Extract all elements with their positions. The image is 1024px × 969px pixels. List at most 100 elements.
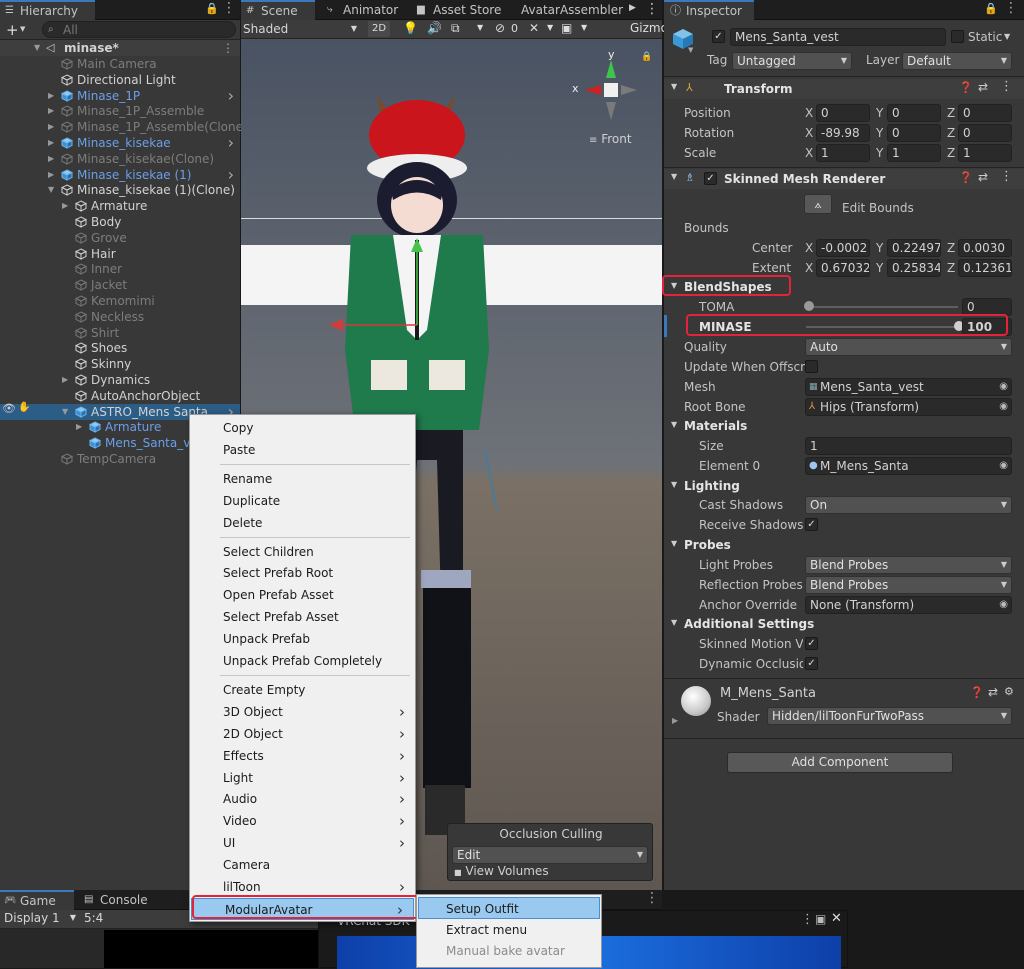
hierarchy-row[interactable]: Directional Light [0, 72, 240, 88]
kebab-menu-icon[interactable]: ⋮ [222, 40, 234, 56]
presets-icon[interactable]: ⇄ [988, 685, 998, 699]
close-icon[interactable]: ✕ [831, 911, 842, 926]
anchor-override-field[interactable]: None (Transform) ◉ [805, 596, 1012, 614]
context-menu-item[interactable]: Light › [190, 767, 415, 789]
help-icon[interactable]: ❓ [959, 81, 973, 94]
position-z-field[interactable]: 0 [958, 104, 1012, 122]
kebab-menu-icon[interactable]: ⋮ [222, 0, 236, 16]
context-menu-item[interactable]: Rename [190, 468, 415, 490]
hierarchy-row[interactable]: Grove [0, 230, 240, 246]
camera-icon[interactable]: ▣ [561, 21, 572, 35]
object-picker-icon[interactable]: ◉ [999, 379, 1008, 395]
context-menu-item[interactable]: Unpack Prefab Completely [190, 650, 415, 672]
hand-icon[interactable]: ✋ [18, 402, 30, 413]
hierarchy-row[interactable]: ▼ Minase_kisekae (1)(Clone) [0, 182, 240, 198]
expand-arrow-icon[interactable]: ▶ [62, 198, 68, 214]
transform-header[interactable]: ▼ ⅄ Transform ❓ ⇄ ⋮ [664, 79, 1024, 99]
scale-y-field[interactable]: 1 [887, 144, 941, 162]
kebab-menu-icon[interactable]: ⋮ [801, 912, 814, 927]
context-menu-item[interactable]: Camera [190, 854, 415, 876]
extent-z-field[interactable]: 0.12361 [958, 259, 1012, 277]
hierarchy-row[interactable]: Hair [0, 246, 240, 262]
expand-arrow-icon[interactable]: ▶ [48, 119, 54, 135]
hierarchy-row[interactable]: Body [0, 214, 240, 230]
chevron-down-icon[interactable]: ▼ [20, 25, 25, 33]
hierarchy-row[interactable]: ▶ Minase_kisekae › [0, 135, 240, 151]
audio-icon[interactable]: 🔊 [427, 21, 442, 35]
skinned-mesh-renderer-header[interactable]: ▼ ♗ ✓ Skinned Mesh Renderer ❓ ⇄ ⋮ [664, 169, 1024, 189]
object-picker-icon[interactable]: ◉ [999, 399, 1008, 415]
rotation-z-field[interactable]: 0 [958, 124, 1012, 142]
context-menu-item[interactable]: 2D Object › [190, 723, 415, 745]
expand-arrow-icon[interactable]: ▶ [48, 88, 54, 104]
hierarchy-row[interactable]: ▶ Minase_kisekae(Clone) [0, 151, 240, 167]
rotation-y-field[interactable]: 0 [887, 124, 941, 142]
gizmos-button[interactable]: Gizmo [630, 21, 668, 35]
kebab-menu-icon[interactable]: ⋮ [1000, 169, 1013, 184]
light-probes-dropdown[interactable]: Blend Probes [805, 556, 1012, 574]
tab-hierarchy[interactable]: ☰ Hierarchy [0, 0, 95, 20]
context-menu-item[interactable]: Open Prefab Asset [190, 584, 415, 606]
scale-x-field[interactable]: 1 [816, 144, 870, 162]
object-picker-icon[interactable]: ◉ [999, 597, 1008, 613]
context-menu-item[interactable]: Unpack Prefab [190, 628, 415, 650]
hierarchy-row[interactable]: ▶ Minase_1P_Assemble [0, 103, 240, 119]
layer-dropdown[interactable]: Default [902, 52, 1012, 70]
tab-game[interactable]: 🎮 Game [0, 890, 74, 910]
toma-slider-thumb[interactable] [804, 301, 814, 311]
hierarchy-row[interactable]: ▶ Minase_1P_Assemble(Clone) [0, 119, 248, 135]
context-menu-item[interactable]: Audio › [190, 788, 415, 810]
context-menu-item[interactable]: Duplicate [190, 490, 415, 512]
expand-arrow-icon[interactable]: ▼ [48, 182, 54, 198]
effects-icon[interactable]: ⧉ [451, 21, 460, 36]
root-bone-field[interactable]: ⅄ Hips (Transform) ◉ [805, 398, 1012, 416]
scene-row[interactable]: ▼ ◁ minase* ⋮ [0, 40, 240, 56]
expand-arrow-icon[interactable]: ▼ [62, 404, 68, 420]
search-input[interactable]: ⌕ All [42, 21, 236, 38]
context-menu-item[interactable]: Effects › [190, 745, 415, 767]
dynamic-occlusion-checkbox[interactable]: ✓ [805, 657, 818, 670]
chevron-down-icon[interactable]: ▼ [671, 420, 677, 429]
rotation-x-field[interactable]: -89.98 [816, 124, 870, 142]
expand-arrow-icon[interactable]: ▶ [48, 167, 54, 183]
expand-arrow-icon[interactable]: ▶ [48, 135, 54, 151]
aspect-dropdown[interactable]: 5:4 [84, 911, 103, 925]
hierarchy-row[interactable]: Inner [0, 261, 240, 277]
reflection-probes-dropdown[interactable]: Blend Probes [805, 576, 1012, 594]
eye-icon[interactable]: 👁 [2, 402, 16, 415]
tab-scene[interactable]: # Scene [241, 0, 315, 20]
context-menu-item[interactable]: Select Children [190, 541, 415, 563]
tab-asset-store[interactable]: ▆ Asset Store [413, 0, 501, 20]
expand-arrow-icon[interactable]: ▶ [672, 716, 678, 725]
materials-size-field[interactable]: 1 [805, 437, 1012, 455]
open-prefab-icon[interactable]: › [228, 166, 234, 183]
context-menu-item[interactable]: Select Prefab Root [190, 562, 415, 584]
toma-slider-track[interactable] [806, 306, 958, 308]
shading-mode-dropdown[interactable]: Shaded ▼ [243, 20, 361, 38]
edit-bounds-button[interactable]: ⟑ [804, 194, 832, 214]
lighting-label[interactable]: Lighting [684, 478, 740, 494]
kebab-menu-icon[interactable]: ⋮ [1000, 79, 1013, 94]
chevron-down-icon[interactable]: ▼ [671, 539, 677, 548]
active-checkbox[interactable]: ✓ [712, 30, 725, 43]
object-name-field[interactable]: Mens_Santa_vest [730, 28, 946, 46]
hierarchy-row[interactable]: Shirt [0, 325, 240, 341]
expand-arrow-icon[interactable]: ▼ [34, 40, 40, 56]
chevron-down-icon[interactable]: ▼ [671, 618, 677, 627]
context-menu-item[interactable]: Copy [190, 417, 415, 439]
chevron-down-icon[interactable]: ▼ [581, 23, 587, 32]
expand-arrow-icon[interactable]: ▶ [48, 103, 54, 119]
extent-y-field[interactable]: 0.25834 [887, 259, 941, 277]
kebab-menu-icon[interactable]: ⋮ [645, 1, 659, 17]
chevron-down-icon[interactable]: ▼ [477, 23, 483, 32]
context-menu-item[interactable]: Delete [190, 512, 415, 534]
element0-field[interactable]: ● M_Mens_Santa ◉ [805, 457, 1012, 475]
hierarchy-row[interactable]: Kemomimi [0, 293, 240, 309]
tools-icon[interactable]: ✕ [529, 21, 539, 35]
position-x-field[interactable]: 0 [816, 104, 870, 122]
lock-icon[interactable]: 🔒 [205, 2, 219, 15]
quality-dropdown[interactable]: Auto [805, 338, 1012, 356]
context-menu-item[interactable]: Create Empty [190, 679, 415, 701]
gear-icon[interactable]: ⚙ [1004, 685, 1014, 698]
orientation-gizmo[interactable] [571, 50, 651, 130]
